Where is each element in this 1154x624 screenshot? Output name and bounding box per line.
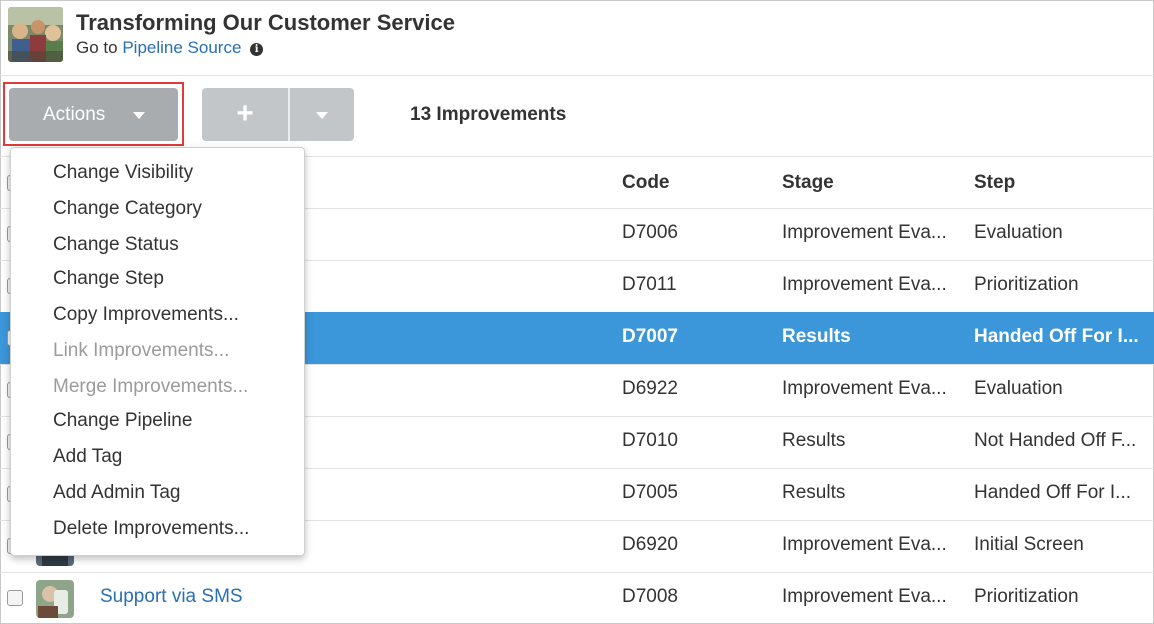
code-cell: D7006 — [622, 222, 678, 243]
stage-cell: Results — [782, 326, 851, 347]
column-header-code[interactable]: Code — [622, 172, 670, 194]
code-cell: D7005 — [622, 482, 678, 503]
stage-cell: Results — [782, 482, 846, 503]
menu-item-add-admin-tag[interactable]: Add Admin Tag — [53, 482, 180, 504]
column-header-stage[interactable]: Stage — [782, 172, 834, 194]
stage-cell: Improvement Eva... — [782, 222, 947, 243]
menu-item-delete-improvements[interactable]: Delete Improvements... — [53, 518, 249, 540]
table-row[interactable]: Support via SMS D7008 Improvement Eva...… — [0, 572, 1154, 624]
stage-cell: Improvement Eva... — [782, 378, 947, 399]
chevron-down-icon — [133, 112, 145, 119]
stage-cell: Improvement Eva... — [782, 274, 947, 295]
code-cell: D6922 — [622, 378, 678, 399]
page-title: Transforming Our Customer Service — [76, 10, 455, 35]
row-checkbox[interactable] — [7, 590, 23, 606]
step-cell: Handed Off For I... — [974, 326, 1139, 347]
chevron-down-icon — [316, 112, 328, 119]
stage-cell: Improvement Eva... — [782, 586, 947, 607]
improvement-thumbnail — [36, 580, 74, 618]
add-button-group: + — [202, 88, 354, 141]
menu-item-link-improvements: Link Improvements... — [53, 340, 230, 361]
menu-item-change-step[interactable]: Change Step — [53, 268, 164, 290]
step-cell: Initial Screen — [974, 534, 1084, 555]
improvement-name-link[interactable]: Support via SMS — [100, 586, 600, 608]
actions-button[interactable]: Actions — [9, 88, 178, 141]
column-header-step[interactable]: Step — [974, 172, 1015, 194]
menu-item-add-tag[interactable]: Add Tag — [53, 446, 122, 468]
code-cell: D7007 — [622, 326, 678, 347]
code-cell: D7011 — [622, 274, 677, 295]
code-cell: D6920 — [622, 534, 678, 555]
add-improvement-button[interactable]: + — [202, 88, 288, 141]
goto-line: Go to Pipeline Source i — [76, 38, 264, 58]
improvements-count: 13 Improvements — [410, 104, 567, 125]
menu-item-copy-improvements[interactable]: Copy Improvements... — [53, 304, 239, 326]
menu-item-change-visibility[interactable]: Change Visibility — [53, 162, 193, 184]
pipeline-avatar — [8, 7, 63, 62]
pipeline-source-link[interactable]: Pipeline Source — [122, 38, 241, 57]
step-cell: Evaluation — [974, 222, 1063, 243]
step-cell: Prioritization — [974, 274, 1079, 295]
menu-item-change-status[interactable]: Change Status — [53, 234, 179, 256]
step-cell: Prioritization — [974, 586, 1079, 607]
add-dropdown-button[interactable] — [290, 88, 354, 141]
actions-dropdown-menu: Change Visibility Change Category Change… — [10, 147, 305, 556]
menu-item-merge-improvements: Merge Improvements... — [53, 376, 249, 397]
stage-cell: Improvement Eva... — [782, 534, 947, 555]
code-cell: D7008 — [622, 586, 678, 607]
info-icon[interactable]: i — [250, 43, 264, 56]
step-cell: Evaluation — [974, 378, 1063, 399]
menu-item-change-category[interactable]: Change Category — [53, 198, 202, 220]
stage-cell: Results — [782, 430, 846, 451]
menu-item-change-pipeline[interactable]: Change Pipeline — [53, 410, 192, 432]
page-header: Transforming Our Customer Service Go to … — [0, 0, 1154, 76]
actions-label: Actions — [43, 104, 106, 125]
goto-prefix: Go to — [76, 38, 118, 57]
code-cell: D7010 — [622, 430, 678, 451]
step-cell: Handed Off For I... — [974, 482, 1132, 503]
step-cell: Not Handed Off F... — [974, 430, 1137, 451]
